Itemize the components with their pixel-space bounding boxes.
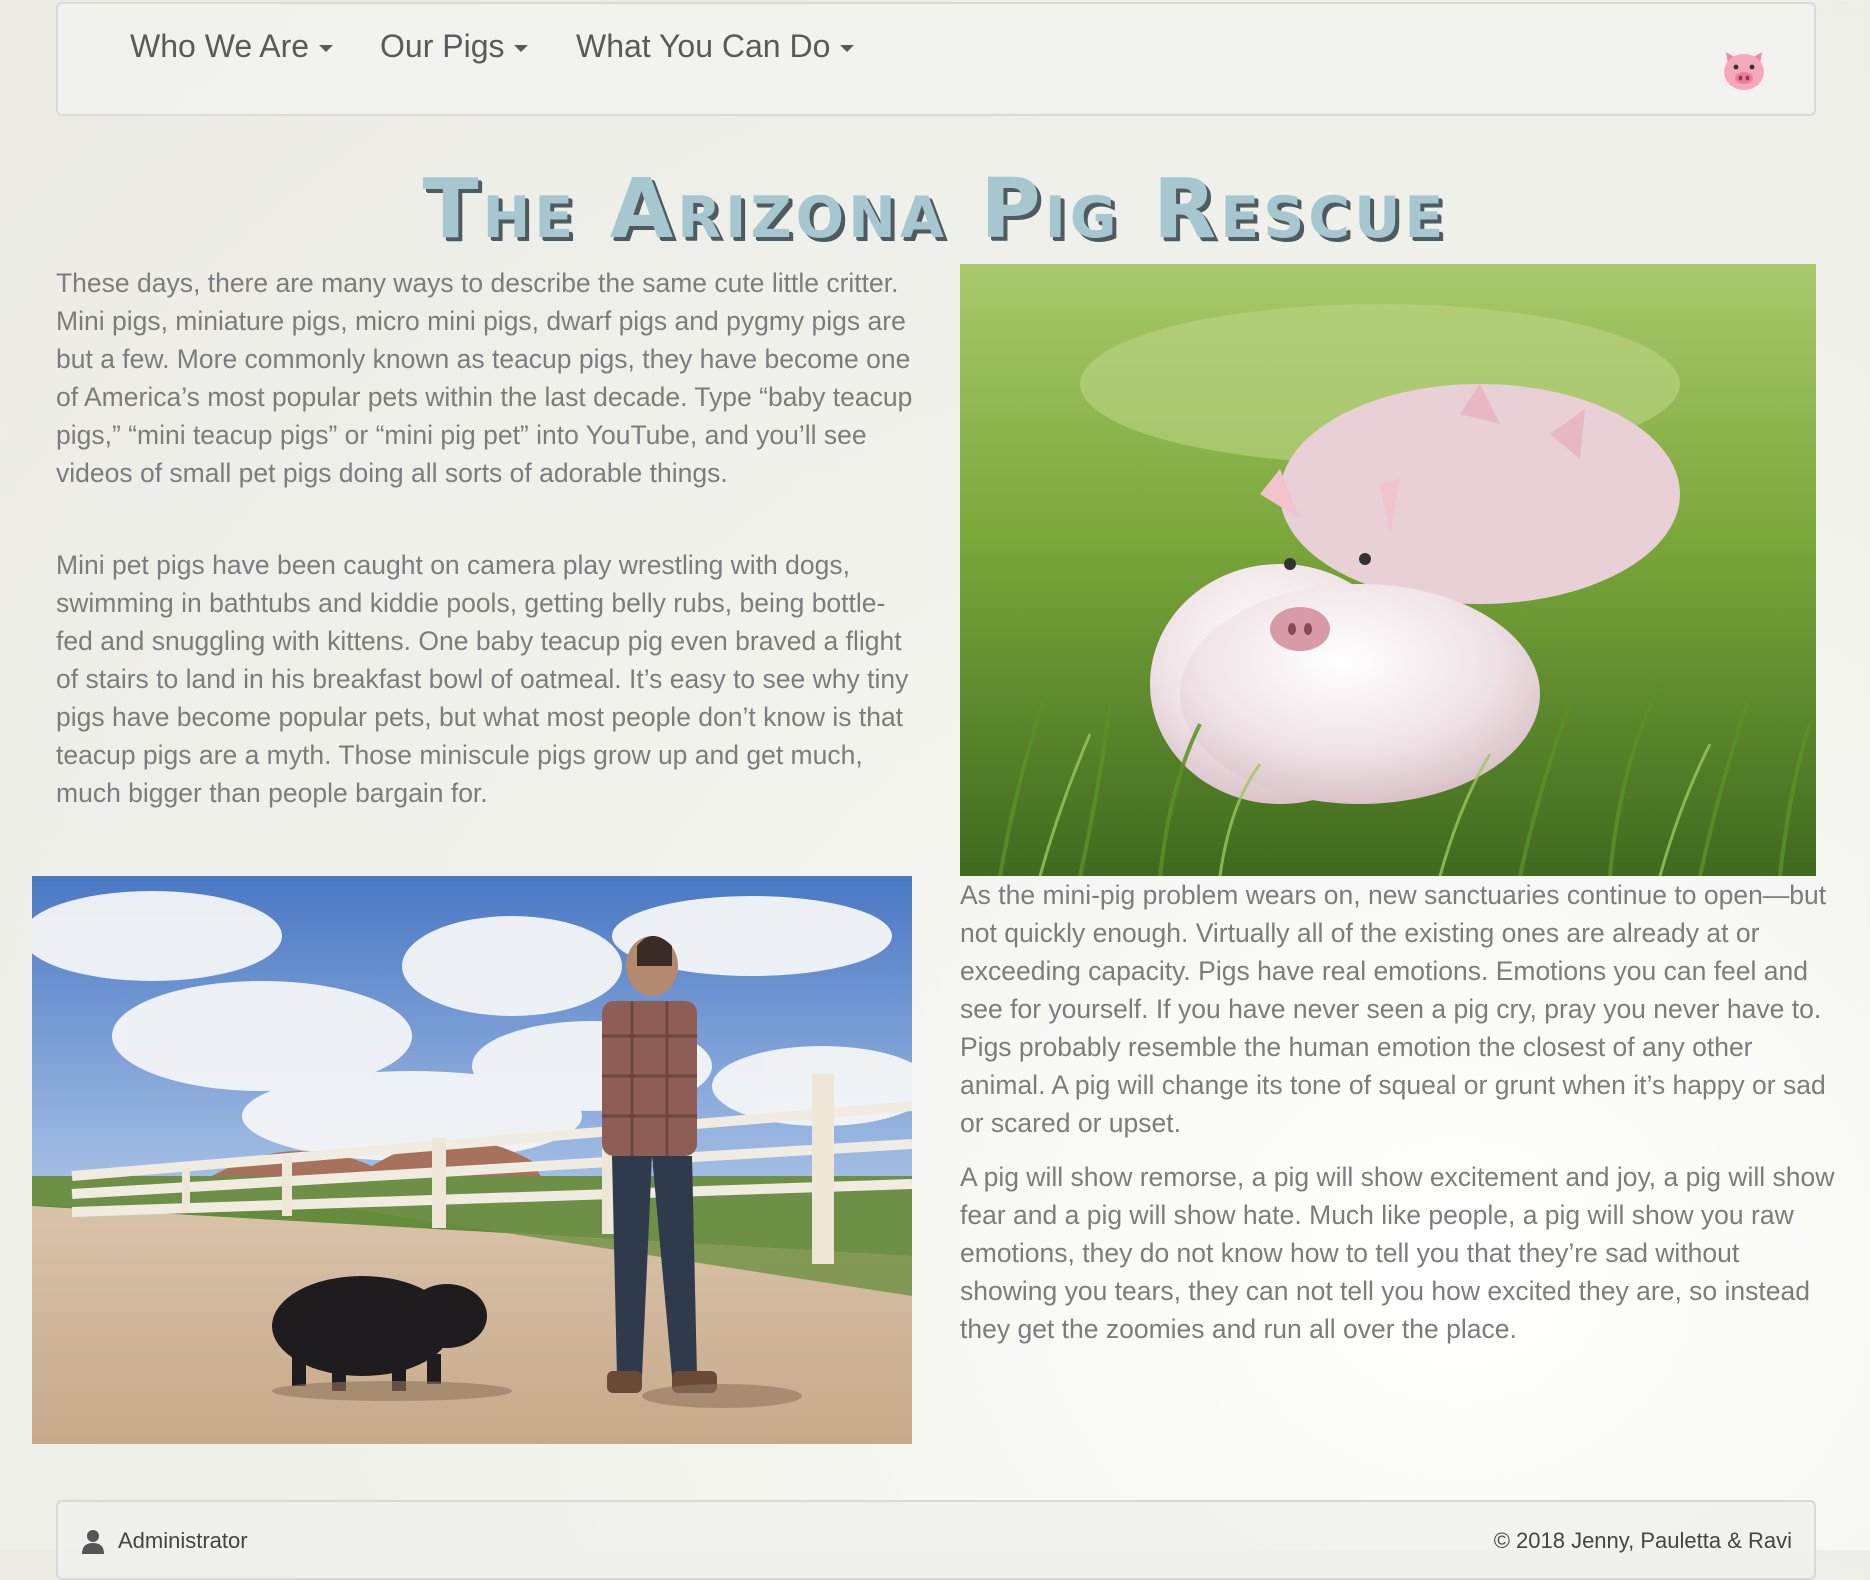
nav-what-you-can-do-label: What You Can Do — [576, 28, 831, 64]
top-navbar: Who We Are Our Pigs What You Can Do — [56, 2, 1816, 116]
emotions-paragraph: A pig will show remorse, a pig will show… — [960, 1162, 1835, 1344]
nav-our-pigs[interactable]: Our Pigs — [380, 28, 529, 65]
ranch-pig-photo — [32, 876, 912, 1444]
footer-bar: Administrator © 2018 Jenny, Pauletta & R… — [56, 1500, 1816, 1580]
caret-down-icon — [840, 45, 855, 53]
piglets-photo — [960, 264, 1816, 876]
admin-label: Administrator — [118, 1528, 248, 1553]
intro-paragraph-1: These days, there are many ways to descr… — [56, 268, 913, 488]
caret-down-icon — [514, 45, 529, 53]
caret-down-icon — [319, 45, 334, 53]
nav-our-pigs-label: Our Pigs — [380, 28, 505, 64]
copyright-text: © 2018 Jenny, Pauletta & Ravi — [1493, 1528, 1792, 1553]
nav-what-you-can-do[interactable]: What You Can Do — [576, 28, 855, 65]
user-icon — [82, 1530, 104, 1554]
nav-who-we-are[interactable]: Who We Are — [130, 28, 334, 65]
intro-paragraph-2: Mini pet pigs have been caught on camera… — [56, 550, 909, 808]
admin-link[interactable]: Administrator — [80, 1528, 248, 1554]
nav-who-we-are-label: Who We Are — [130, 28, 310, 64]
sanctuary-paragraph: As the mini-pig problem wears on, new sa… — [960, 880, 1827, 1138]
page-title: The Arizona Pig Rescue — [422, 162, 1448, 257]
pig-face-icon[interactable] — [1720, 48, 1768, 92]
